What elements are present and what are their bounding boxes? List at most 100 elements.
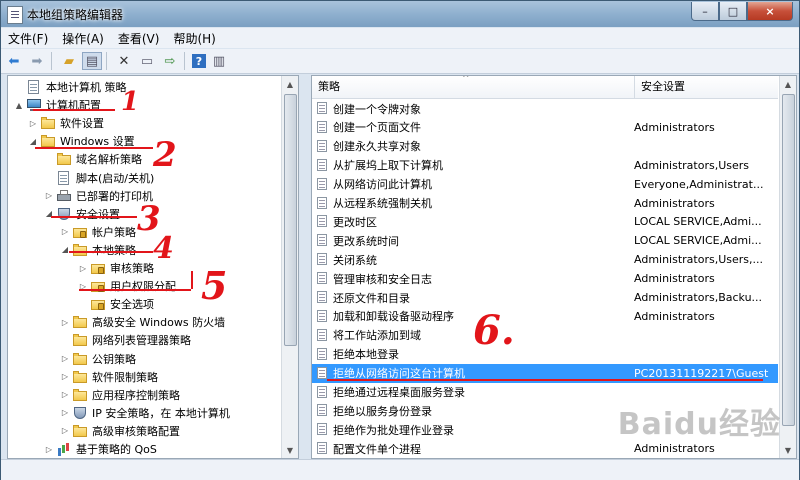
tree-node[interactable]: ▷ 公钥策略	[8, 350, 298, 368]
doc-icon	[26, 80, 42, 94]
menu-bar: 文件(F) 操作(A) 查看(V) 帮助(H)	[1, 28, 799, 48]
tree-node[interactable]: 网络列表管理器策略	[8, 331, 298, 349]
expand-arrow-icon[interactable]: ▷	[78, 263, 88, 273]
policy-name: 创建永久共享对象	[333, 140, 421, 154]
policy-name: 更改时区	[333, 215, 377, 229]
scroll-up-arrow-icon[interactable]: ▲	[282, 76, 298, 92]
policy-row[interactable]: 从网络访问此计算机 Everyone,Administrat...	[312, 175, 778, 194]
gpedit-window: 本地组策略编辑器 – □ × 文件(F) 操作(A) 查看(V) 帮助(H) ⬅…	[0, 0, 800, 480]
policy-document-icon	[317, 385, 329, 399]
tree-node[interactable]: ▷ 软件设置	[8, 114, 298, 132]
shield-icon	[56, 207, 72, 221]
menu-action[interactable]: 操作(A)	[55, 30, 111, 47]
expand-arrow-icon[interactable]: ▷	[60, 372, 70, 382]
scroll-down-arrow-icon[interactable]: ▼	[780, 442, 796, 458]
expand-arrow-icon[interactable]: ▷	[44, 191, 54, 201]
column-header-policy[interactable]: ^ 策略	[312, 76, 635, 98]
expand-arrow-icon[interactable]: ▷	[60, 227, 70, 237]
export-icon[interactable]: ⇨	[160, 52, 180, 70]
scroll-down-arrow-icon[interactable]: ▼	[282, 442, 298, 458]
policy-row[interactable]: 创建一个令牌对象	[312, 99, 778, 118]
list-header: ^ 策略 安全设置	[312, 76, 778, 99]
toolbar-separator	[106, 52, 107, 70]
help-icon[interactable]: ?	[192, 54, 206, 68]
list-scrollbar[interactable]: ▲ ▼	[779, 76, 796, 458]
tree-node-label: 软件设置	[60, 117, 104, 131]
expand-arrow-icon[interactable]: ▷	[60, 354, 70, 364]
policy-document-icon	[317, 328, 329, 342]
policy-document-icon	[317, 366, 329, 380]
tree-node[interactable]: ▷ 高级安全 Windows 防火墙	[8, 313, 298, 331]
tree-node[interactable]: ▷ 用户权限分配	[8, 277, 298, 295]
folder-icon	[72, 315, 88, 329]
window-title: 本地组策略编辑器	[27, 8, 124, 22]
policy-document-icon	[317, 442, 329, 455]
tree-scrollbar[interactable]: ▲ ▼	[281, 76, 298, 458]
tree-node[interactable]: ▷ 高级审核策略配置	[8, 422, 298, 440]
expand-arrow-icon[interactable]: ▲	[14, 100, 24, 110]
status-bar	[1, 459, 799, 480]
policy-row[interactable]: 拒绝本地登录	[312, 345, 778, 364]
tree-node[interactable]: 安全选项	[8, 295, 298, 313]
folder-icon	[40, 116, 56, 130]
security-setting-cell: Administrators,Users	[634, 158, 750, 172]
expand-arrow-icon[interactable]: ▷	[44, 444, 54, 454]
policy-document-icon	[317, 102, 329, 115]
tree-node[interactable]: ▷ 应用程序控制策略	[8, 386, 298, 404]
tree-node[interactable]: ▷ 基于策略的 QoS	[8, 440, 298, 458]
menu-view[interactable]: 查看(V)	[111, 30, 167, 47]
scroll-up-arrow-icon[interactable]: ▲	[780, 76, 796, 92]
forward-icon[interactable]: ➡	[27, 52, 47, 70]
tree-scroll-thumb[interactable]	[284, 94, 297, 346]
expand-arrow-icon[interactable]: ◢	[60, 245, 70, 255]
policy-row[interactable]: 关闭系统 Administrators,Users,...	[312, 250, 778, 269]
security-setting-cell: PC201311192217\Guest	[634, 366, 769, 380]
properties-icon[interactable]: ▭	[137, 52, 157, 70]
policy-name: 拒绝本地登录	[333, 348, 399, 362]
expand-arrow-icon[interactable]: ◢	[28, 136, 38, 146]
folder-icon	[72, 370, 88, 384]
tree-node[interactable]: 本地计算机 策略	[8, 78, 298, 96]
expand-arrow-icon[interactable]: ▷	[60, 317, 70, 327]
policy-row[interactable]: 从扩展坞上取下计算机 Administrators,Users	[312, 156, 778, 175]
tree-node[interactable]: ▷ 软件限制策略	[8, 368, 298, 386]
tree-node-label: 软件限制策略	[92, 370, 158, 384]
delete-icon[interactable]: ✕	[114, 52, 134, 70]
policy-row[interactable]: 创建一个页面文件 Administrators	[312, 118, 778, 137]
policy-row[interactable]: 从远程系统强制关机 Administrators	[312, 194, 778, 213]
menu-file[interactable]: 文件(F)	[1, 30, 55, 47]
policy-name: 拒绝作为批处理作业登录	[333, 423, 454, 437]
policy-row[interactable]: 更改系统时间 LOCAL SERVICE,Admi...	[312, 231, 778, 250]
title-bar[interactable]: 本地组策略编辑器 – □ ×	[1, 1, 799, 27]
back-icon[interactable]: ⬅	[4, 52, 24, 70]
minimize-button[interactable]: –	[691, 2, 719, 21]
tree-node[interactable]: ▷ IP 安全策略，在 本地计算机	[8, 404, 298, 422]
expand-arrow-icon[interactable]: ▷	[60, 390, 70, 400]
tree-node-label: 帐户策略	[92, 225, 136, 239]
menu-help[interactable]: 帮助(H)	[166, 30, 222, 47]
list-scroll-thumb[interactable]	[782, 94, 795, 426]
policy-document-icon	[317, 120, 329, 134]
printer-icon	[56, 189, 72, 203]
help-panel-icon[interactable]: ▥	[209, 52, 229, 70]
tree-node[interactable]: ▲ 计算机配置	[8, 96, 298, 114]
policy-cell: 配置文件单个进程	[312, 441, 628, 457]
up-folder-icon[interactable]: ▰	[59, 52, 79, 70]
policy-row[interactable]: 创建永久共享对象	[312, 137, 778, 156]
tree-node-label: 本地策略	[92, 242, 136, 258]
close-button[interactable]: ×	[747, 2, 793, 21]
policy-row[interactable]: 还原文件和目录 Administrators,Backu...	[312, 288, 778, 307]
expand-arrow-icon[interactable]: ▷	[28, 118, 38, 128]
expand-arrow-icon[interactable]: ▷	[60, 408, 70, 418]
policy-row[interactable]: 将工作站添加到域	[312, 326, 778, 345]
policy-name: 配置文件单个进程	[333, 442, 421, 456]
show-tree-icon[interactable]: ▤	[82, 52, 102, 70]
policy-row[interactable]: 管理审核和安全日志 Administrators	[312, 269, 778, 288]
annotation-underline	[35, 147, 153, 149]
policy-row[interactable]: 加载和卸载设备驱动程序 Administrators	[312, 307, 778, 326]
policy-row[interactable]: 更改时区 LOCAL SERVICE,Admi...	[312, 212, 778, 231]
expand-arrow-icon[interactable]: ▷	[60, 426, 70, 436]
column-header-security-setting[interactable]: 安全设置	[635, 76, 778, 98]
maximize-button[interactable]: □	[719, 2, 747, 21]
